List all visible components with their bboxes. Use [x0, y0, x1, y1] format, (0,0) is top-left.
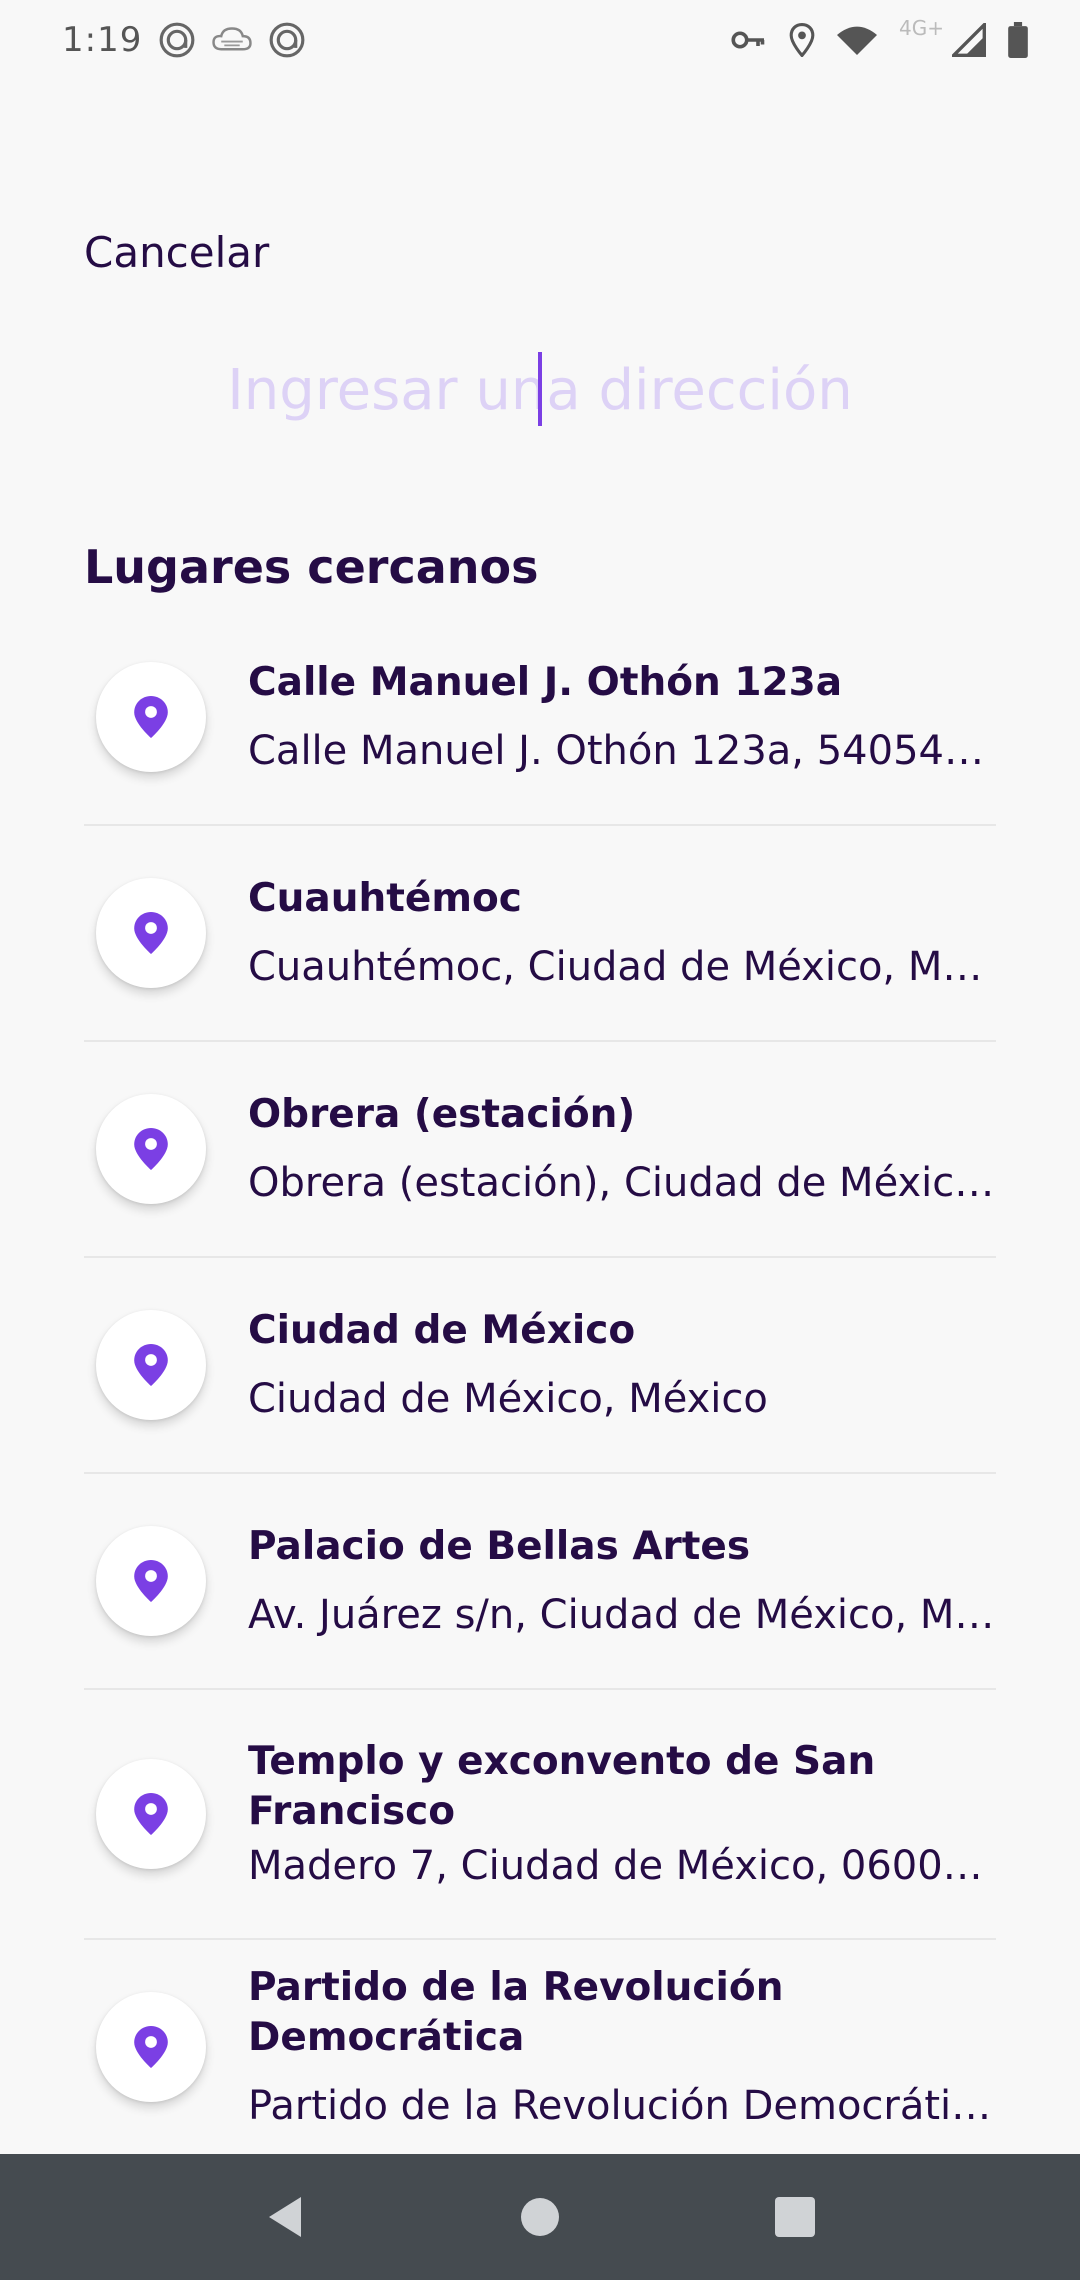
- location-pin-icon: [134, 1344, 168, 1386]
- recents-icon[interactable]: [775, 2197, 815, 2237]
- status-time: 1:19: [62, 20, 143, 60]
- list-item[interactable]: Calle Manuel J. Othón 123a Calle Manuel …: [84, 610, 996, 826]
- place-title: Cuauhtémoc: [248, 876, 522, 921]
- place-address: Av. Juárez s/n, Ciudad de México, México: [248, 1592, 996, 1638]
- location-pin-button: [96, 1094, 206, 1204]
- location-pin-button: [96, 878, 206, 988]
- location-pin-button: [96, 1759, 206, 1869]
- back-icon[interactable]: [265, 2195, 305, 2239]
- system-nav-bar: [0, 2154, 1080, 2280]
- home-icon[interactable]: [520, 2197, 560, 2237]
- location-pin-icon: [134, 1560, 168, 1602]
- status-left: 1:19: [62, 20, 306, 60]
- cancel-button[interactable]: Cancelar: [84, 228, 269, 277]
- list-item[interactable]: Partido de la Revolución Democrática Par…: [84, 1940, 996, 2156]
- list-item[interactable]: Ciudad de México Ciudad de México, Méxic…: [84, 1258, 996, 1474]
- place-address: Cuauhtémoc, Ciudad de México, México: [248, 944, 996, 990]
- network-type-label: 4G+: [899, 16, 944, 40]
- location-pin-icon: [134, 696, 168, 738]
- place-address: Obrera (estación), Ciudad de México, Méx…: [248, 1160, 996, 1206]
- signal-icon: [952, 23, 986, 57]
- nearby-places-heading: Lugares cercanos: [84, 540, 539, 594]
- address-search-area: [0, 340, 1080, 440]
- place-address: Ciudad de México, México: [248, 1376, 768, 1422]
- place-text: Partido de la Revolución Democrática Par…: [248, 1963, 996, 2131]
- place-address: Calle Manuel J. Othón 123a, 54054, Ciuda…: [248, 728, 996, 774]
- at-sign-icon: [158, 21, 196, 59]
- place-title: Calle Manuel J. Othón 123a: [248, 660, 843, 705]
- place-text: Palacio de Bellas Artes Av. Juárez s/n, …: [248, 1522, 996, 1640]
- location-pin-button: [96, 1526, 206, 1636]
- place-text: Ciudad de México Ciudad de México, Méxic…: [248, 1306, 996, 1424]
- status-right: 4G+: [731, 16, 1028, 58]
- place-address: Partido de la Revolución Democrática, Ci…: [248, 2083, 996, 2129]
- list-item[interactable]: Palacio de Bellas Artes Av. Juárez s/n, …: [84, 1474, 996, 1690]
- place-text: Obrera (estación) Obrera (estación), Ciu…: [248, 1090, 996, 1208]
- place-title: Ciudad de México: [248, 1308, 636, 1353]
- place-title: Partido de la Revolución Democrática: [248, 1965, 784, 2060]
- location-pin-icon: [134, 912, 168, 954]
- location-pin-icon: [134, 1128, 168, 1170]
- text-cursor: [538, 352, 542, 426]
- place-title: Palacio de Bellas Artes: [248, 1524, 751, 1569]
- place-text: Cuauhtémoc Cuauhtémoc, Ciudad de México,…: [248, 874, 996, 992]
- location-pin-icon: [134, 1793, 168, 1835]
- location-pin-button: [96, 1992, 206, 2102]
- location-pin-button: [96, 662, 206, 772]
- at-sign-icon: [268, 21, 306, 59]
- place-address: Madero 7, Ciudad de México, 06000, Méxic…: [248, 1843, 996, 1889]
- status-bar: 1:19 4G+: [0, 0, 1080, 80]
- place-title: Obrera (estación): [248, 1092, 636, 1137]
- nearby-places-list: Calle Manuel J. Othón 123a Calle Manuel …: [84, 610, 996, 2156]
- list-item[interactable]: Templo y exconvento de San Francisco Mad…: [84, 1690, 996, 1940]
- place-text: Calle Manuel J. Othón 123a Calle Manuel …: [248, 658, 996, 776]
- place-text: Templo y exconvento de San Francisco Mad…: [248, 1737, 996, 1891]
- vpn-key-icon: [731, 28, 767, 52]
- location-icon: [789, 23, 815, 57]
- location-pin-icon: [134, 2026, 168, 2068]
- place-title: Templo y exconvento de San Francisco: [248, 1739, 876, 1834]
- wifi-icon: [837, 24, 878, 56]
- list-item[interactable]: Cuauhtémoc Cuauhtémoc, Ciudad de México,…: [84, 826, 996, 1042]
- list-item[interactable]: Obrera (estación) Obrera (estación), Ciu…: [84, 1042, 996, 1258]
- cloud-icon: [212, 25, 253, 55]
- location-pin-button: [96, 1310, 206, 1420]
- battery-icon: [1008, 22, 1028, 58]
